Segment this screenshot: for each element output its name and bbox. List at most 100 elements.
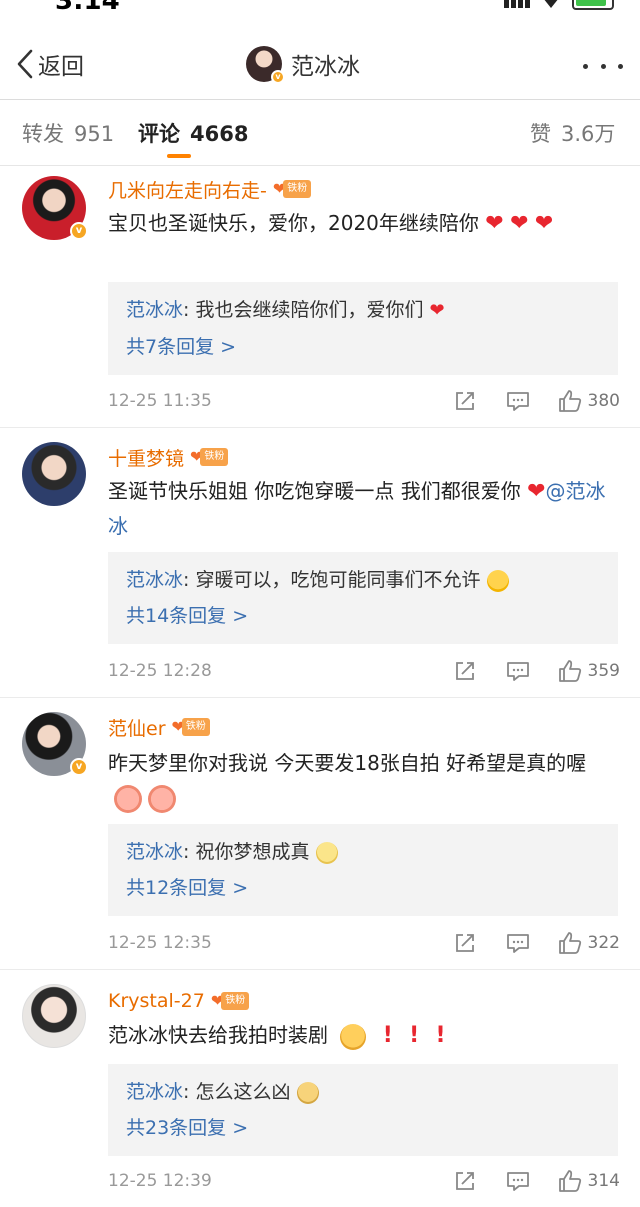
share-icon bbox=[455, 662, 474, 680]
comment-item: v 范仙er ❤ 铁粉 昨天梦里你对我说 今天要发18张自拍 好希望是真的喔 范冰… bbox=[0, 698, 640, 970]
comment-item: 十重梦镜 ❤ 铁粉 圣诞节快乐姐姐 你吃饱穿暖一点 我们都很爱你 ❤@范冰冰 范冰… bbox=[0, 428, 640, 698]
view-replies-link[interactable]: 共14条回复 > bbox=[126, 598, 600, 634]
view-replies-link[interactable]: 共12条回复 > bbox=[126, 870, 600, 906]
verified-badge-icon: v bbox=[70, 758, 88, 776]
share-button[interactable] bbox=[454, 932, 476, 954]
tab-reposts-count: 951 bbox=[74, 122, 115, 146]
like-count: 314 bbox=[587, 1171, 620, 1191]
exclamation-emoji-icon: ! bbox=[435, 1023, 446, 1048]
exclamation-emoji-icon: ! bbox=[382, 1023, 393, 1048]
status-bar: 3:14 bbox=[0, 0, 640, 14]
share-icon bbox=[455, 934, 474, 952]
thumbs-up-icon bbox=[558, 932, 581, 954]
share-icon bbox=[455, 1172, 474, 1190]
like-button[interactable]: 314 bbox=[558, 1169, 620, 1193]
comment-text: 范冰冰快去给我拍时装剧 ! ! ! bbox=[108, 1023, 446, 1050]
battery-icon bbox=[572, 0, 614, 10]
thumbs-up-icon bbox=[558, 660, 581, 682]
verified-badge-icon: v bbox=[70, 222, 88, 240]
reply-button[interactable] bbox=[506, 1170, 530, 1192]
comment-username[interactable]: 几米向左走向右走- bbox=[108, 176, 267, 203]
reply-line: 范冰冰: 怎么这么凶 bbox=[126, 1074, 600, 1110]
reply-button[interactable] bbox=[506, 660, 530, 682]
comment-time: 12-25 11:35 bbox=[108, 391, 212, 411]
comment-icon bbox=[506, 1172, 529, 1191]
reply-box[interactable]: 范冰冰: 怎么这么凶 共23条回复 > bbox=[108, 1064, 618, 1156]
comment-text: 宝贝也圣诞快乐，爱你，2020年继续陪你 ❤ ❤ ❤ bbox=[108, 211, 554, 236]
share-button[interactable] bbox=[454, 390, 476, 412]
laugh-emoji-icon bbox=[486, 569, 509, 592]
avatar[interactable]: v bbox=[246, 46, 285, 84]
thumbs-up-icon bbox=[558, 1170, 581, 1192]
angry-emoji-icon bbox=[340, 1023, 367, 1050]
comment-username[interactable]: 范仙er bbox=[108, 714, 166, 741]
nav-title: 范冰冰 bbox=[291, 54, 360, 80]
tab-comments-label: 评论 bbox=[138, 122, 180, 146]
avatar[interactable] bbox=[22, 984, 86, 1048]
comment-time: 12-25 12:39 bbox=[108, 1171, 212, 1191]
comment-username[interactable]: Krystal-27 bbox=[108, 990, 205, 1012]
comment-icon bbox=[506, 662, 529, 681]
comment-time: 12-25 12:28 bbox=[108, 661, 212, 681]
tab-likes-count: 3.6万 bbox=[561, 122, 616, 146]
reply-author[interactable]: 范冰冰 bbox=[126, 841, 183, 863]
back-button[interactable]: 返回 bbox=[16, 48, 84, 80]
reply-author[interactable]: 范冰冰 bbox=[126, 569, 183, 591]
reply-line: 范冰冰: 穿暖可以，吃饱可能同事们不允许 bbox=[126, 562, 600, 598]
view-replies-link[interactable]: 共23条回复 > bbox=[126, 1110, 600, 1146]
comment-icon bbox=[506, 392, 529, 411]
exclamation-emoji-icon: ! bbox=[409, 1023, 420, 1048]
reply-box[interactable]: 范冰冰: 我也会继续陪你们，爱你们 ❤ 共7条回复 > bbox=[108, 282, 618, 375]
comment-icon bbox=[506, 934, 529, 953]
wifi-icon bbox=[544, 0, 558, 8]
tab-likes-label: 赞 bbox=[530, 122, 551, 146]
reply-line: 范冰冰: 祝你梦想成真 bbox=[126, 834, 600, 870]
comment-item: v 几米向左走向右走- ❤ 铁粉 宝贝也圣诞快乐，爱你，2020年继续陪你 ❤ ❤… bbox=[0, 166, 640, 428]
reply-box[interactable]: 范冰冰: 祝你梦想成真 共12条回复 > bbox=[108, 824, 618, 916]
fan-badge: ❤ 铁粉 bbox=[211, 991, 250, 1011]
reply-line: 范冰冰: 我也会继续陪你们，爱你们 ❤ bbox=[126, 299, 445, 321]
like-count: 359 bbox=[587, 661, 620, 681]
share-icon bbox=[455, 392, 474, 410]
nav-profile[interactable]: v 范冰冰 bbox=[246, 45, 360, 84]
more-options-icon[interactable] bbox=[583, 62, 623, 72]
heart-emoji-icon: ❤ bbox=[485, 211, 504, 236]
tab-reposts[interactable]: 转发 951 bbox=[22, 118, 114, 148]
reply-button[interactable] bbox=[506, 932, 530, 954]
tab-comments-count: 4668 bbox=[190, 122, 249, 146]
share-button[interactable] bbox=[454, 1170, 476, 1192]
comment-item: Krystal-27 ❤ 铁粉 范冰冰快去给我拍时装剧 ! ! ! 范冰冰: 怎么… bbox=[0, 970, 640, 1207]
like-count: 322 bbox=[587, 933, 620, 953]
avatar[interactable]: v bbox=[22, 176, 88, 240]
reply-author[interactable]: 范冰冰 bbox=[126, 1081, 183, 1103]
reply-author[interactable]: 范冰冰 bbox=[126, 299, 183, 321]
fan-badge: ❤ 铁粉 bbox=[190, 447, 229, 467]
heart-emoji-icon: ❤ bbox=[429, 300, 445, 321]
pig-emoji-icon bbox=[148, 784, 177, 813]
share-button[interactable] bbox=[454, 660, 476, 682]
comment-username[interactable]: 十重梦镜 bbox=[108, 444, 184, 471]
tab-bar: 转发 951 评论 4668 赞 3.6万 bbox=[0, 100, 640, 166]
avatar[interactable]: v bbox=[22, 712, 88, 776]
back-label: 返回 bbox=[38, 54, 84, 80]
fan-badge: ❤ 铁粉 bbox=[172, 717, 210, 737]
like-button[interactable]: 380 bbox=[558, 389, 620, 413]
tab-reposts-label: 转发 bbox=[22, 122, 64, 146]
avatar[interactable] bbox=[22, 442, 86, 506]
comment-text: 昨天梦里你对我说 今天要发18张自拍 好希望是真的喔 bbox=[108, 746, 620, 814]
view-replies-link[interactable]: 共7条回复 > bbox=[126, 329, 600, 365]
reply-button[interactable] bbox=[506, 390, 530, 412]
heart-emoji-icon: ❤ bbox=[534, 211, 554, 236]
doge-emoji-icon bbox=[296, 1081, 319, 1104]
chevron-left-icon bbox=[17, 49, 33, 79]
like-button[interactable]: 359 bbox=[558, 659, 620, 683]
like-button[interactable]: 322 bbox=[558, 931, 620, 955]
heart-emoji-icon: ❤ bbox=[510, 211, 529, 236]
tab-comments[interactable]: 评论 4668 bbox=[138, 118, 248, 148]
comment-text: 圣诞节快乐姐姐 你吃饱穿暖一点 我们都很爱你 ❤@范冰冰 bbox=[108, 479, 606, 538]
fan-badge: ❤ 铁粉 bbox=[273, 179, 312, 199]
tab-likes[interactable]: 赞 3.6万 bbox=[530, 118, 615, 148]
thumbs-up-icon bbox=[558, 390, 581, 412]
like-count: 380 bbox=[587, 391, 620, 411]
reply-box[interactable]: 范冰冰: 穿暖可以，吃饱可能同事们不允许 共14条回复 > bbox=[108, 552, 618, 644]
